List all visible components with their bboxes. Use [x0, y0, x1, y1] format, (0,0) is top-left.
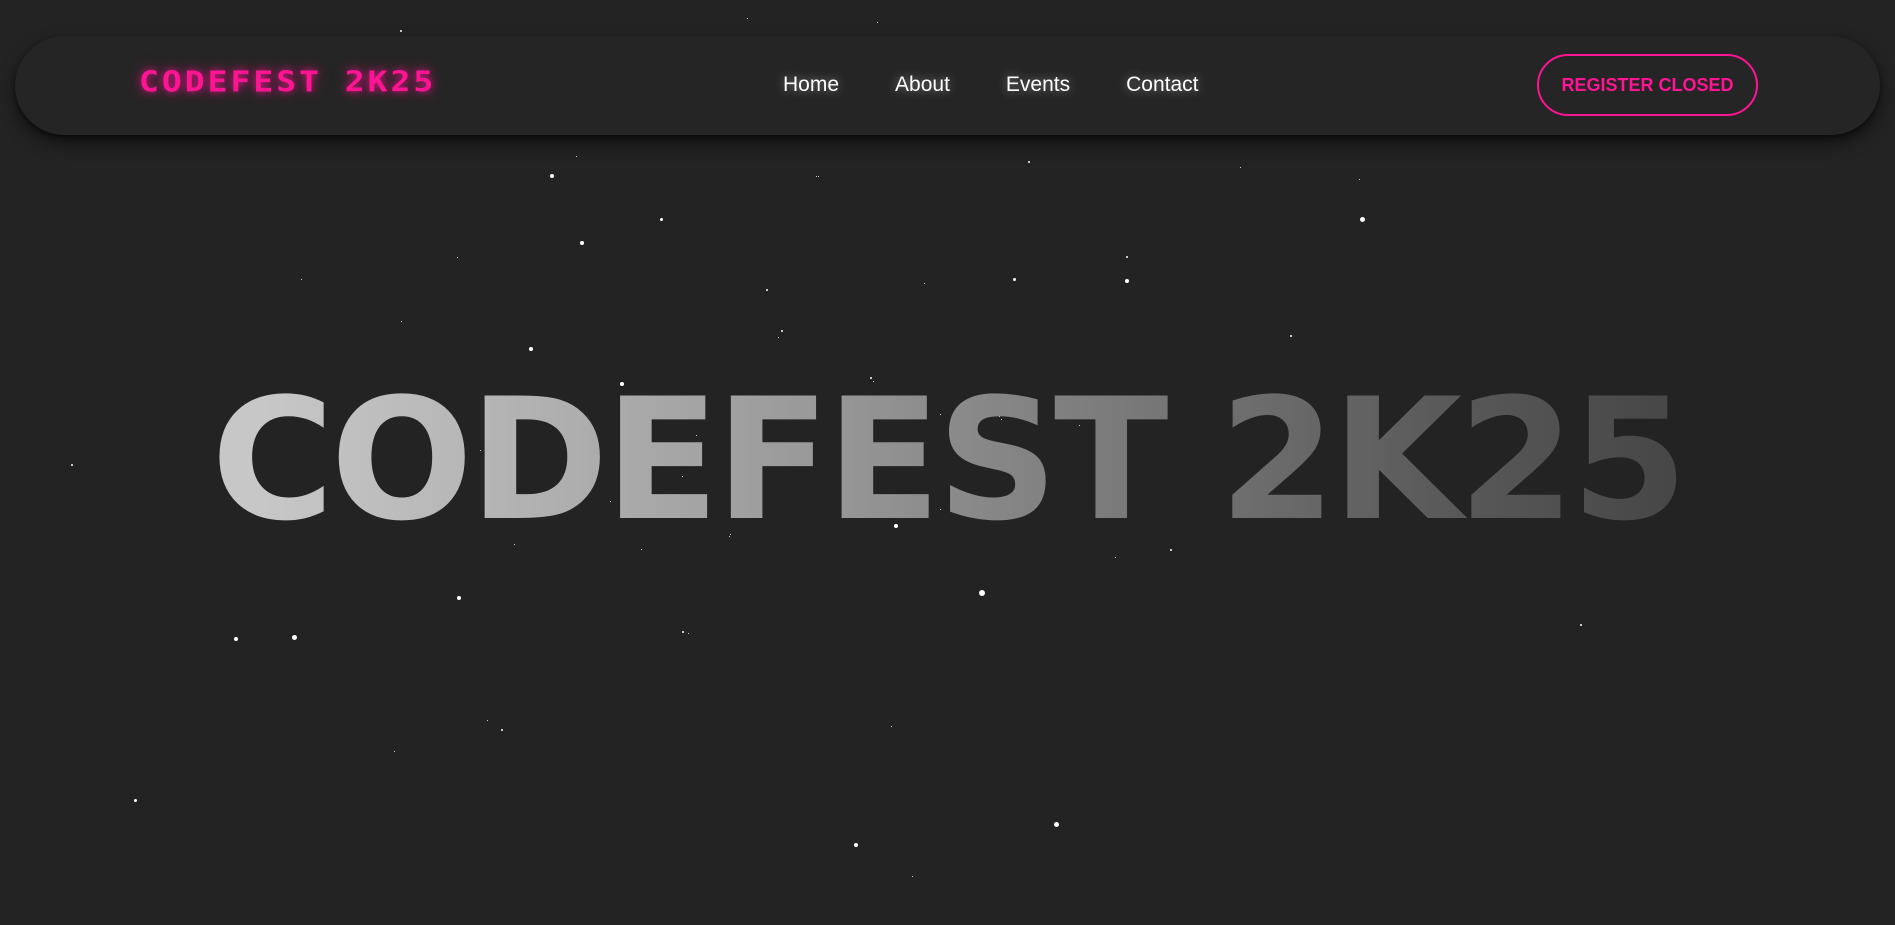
star-dot	[1125, 279, 1129, 283]
star-dot	[876, 21, 878, 23]
star-dot	[1580, 624, 1582, 626]
star-dot	[580, 241, 584, 245]
star-dot	[300, 278, 302, 280]
star-dot	[400, 320, 402, 322]
star-dot	[890, 725, 892, 727]
star-dot	[1028, 161, 1030, 163]
star-dot	[1053, 821, 1059, 827]
star-dot	[1359, 216, 1365, 222]
nav-link-contact[interactable]: Contact	[1126, 73, 1198, 97]
star-dot	[400, 30, 402, 32]
nav-links: Home About Events Contact	[783, 70, 1199, 100]
logo[interactable]: CODEFEST 2K25	[139, 65, 436, 98]
star-dot	[766, 289, 768, 291]
star-dot	[133, 798, 137, 802]
star-dot	[781, 330, 783, 332]
star-dot	[923, 282, 925, 284]
star-dot	[979, 590, 985, 596]
navbar: CODEFEST 2K25 Home About Events Contact …	[15, 36, 1880, 135]
star-dot	[777, 336, 779, 338]
star-dot	[815, 175, 817, 177]
star-dot	[393, 750, 395, 752]
star-dot	[854, 843, 858, 847]
star-dot	[911, 875, 913, 877]
star-dot	[486, 719, 488, 721]
star-dot	[529, 347, 533, 351]
star-dot	[817, 175, 819, 177]
nav-link-events[interactable]: Events	[1006, 73, 1070, 97]
star-dot	[746, 17, 748, 19]
star-dot	[575, 155, 577, 157]
star-dot	[501, 729, 503, 731]
register-closed-button[interactable]: REGISTER CLOSED	[1537, 54, 1758, 116]
star-dot	[1012, 277, 1016, 281]
star-dot	[456, 256, 458, 258]
hero-title: CODEFEST 2K25	[0, 360, 1895, 560]
star-dot	[687, 632, 689, 634]
star-dot	[234, 637, 238, 641]
nav-link-home[interactable]: Home	[783, 73, 839, 97]
star-dot	[550, 174, 554, 178]
page: CODEFEST 2K25 Home About Events Contact …	[0, 0, 1895, 925]
star-dot	[1290, 335, 1292, 337]
star-dot	[682, 631, 684, 633]
star-dot	[1239, 166, 1241, 168]
star-dot	[659, 217, 663, 221]
star-dot	[457, 596, 461, 600]
star-dot	[1126, 256, 1128, 258]
star-dot	[1358, 178, 1360, 180]
star-dot	[291, 634, 297, 640]
nav-link-about[interactable]: About	[895, 73, 950, 97]
